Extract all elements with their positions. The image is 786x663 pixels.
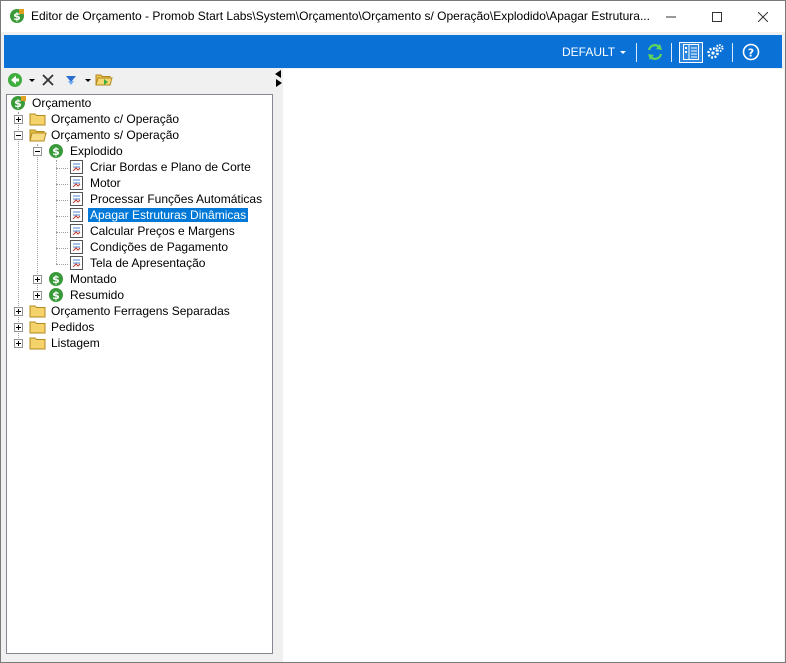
tree-connector	[56, 200, 68, 201]
move-down-icon[interactable]	[63, 72, 81, 90]
tree-connector	[56, 184, 68, 185]
ribbon-separator	[732, 43, 733, 62]
svg-text:?: ?	[748, 47, 754, 60]
minimize-button[interactable]	[648, 1, 694, 32]
tree-node-label: Calcular Preços e Margens	[90, 224, 235, 238]
tree-node-label: Orçamento	[32, 96, 92, 110]
tree-connector	[37, 144, 38, 296]
chevron-down-icon[interactable]	[85, 79, 91, 82]
svg-text:$: $	[14, 97, 22, 110]
tree-node-label: Montado	[70, 272, 117, 286]
expand-toggle[interactable]	[14, 307, 23, 316]
tree-node-label: Listagem	[51, 336, 100, 350]
collapse-toggle[interactable]	[33, 147, 42, 156]
folder-icon	[29, 319, 47, 335]
collapse-left-arrow-icon[interactable]	[275, 70, 281, 78]
svg-text:$: $	[52, 289, 60, 302]
tree-node-label: Pedidos	[51, 320, 95, 334]
tree-node-label: Condições de Pagamento	[90, 240, 229, 254]
tree-node-folder[interactable]: Orçamento s/ Operação	[29, 127, 181, 143]
budget-tree[interactable]: $ Orçamento Orçamento c/ Operação Orçame…	[6, 94, 273, 654]
svg-text:$: $	[52, 145, 60, 158]
close-button[interactable]	[740, 1, 786, 32]
help-icon[interactable]: ?	[742, 43, 760, 61]
window-title: Editor de Orçamento - Promob Start Labs\…	[31, 9, 650, 23]
expand-toggle[interactable]	[14, 339, 23, 348]
title-bar: $ Editor de Orçamento - Promob Start Lab…	[1, 1, 785, 32]
tree-connector	[56, 216, 68, 217]
tree-node-label: Processar Funções Automáticas	[90, 192, 263, 206]
tree-node-label: Apagar Estruturas Dinâmicas	[88, 208, 249, 222]
back-arrow-icon[interactable]	[7, 72, 25, 90]
tree-node-label: Resumido	[70, 288, 125, 302]
tree-node-script-selected[interactable]: Apagar Estruturas Dinâmicas	[68, 207, 249, 223]
profile-dropdown[interactable]: DEFAULT	[562, 35, 627, 68]
tree-node-label: Orçamento c/ Operação	[51, 112, 180, 126]
ribbon-separator	[636, 43, 637, 62]
expand-right-arrow-icon[interactable]	[276, 79, 282, 87]
dollar-icon: $	[48, 271, 66, 287]
svg-text:$: $	[52, 273, 60, 286]
tree-node-label: Orçamento Ferragens Separadas	[51, 304, 230, 318]
tree-connector	[56, 264, 68, 265]
refresh-icon[interactable]	[646, 43, 664, 61]
tree-node-script[interactable]: Processar Funções Automáticas	[68, 191, 264, 207]
tree-node-label: Motor	[90, 176, 121, 190]
script-icon	[68, 207, 86, 223]
maximize-button[interactable]	[694, 1, 740, 32]
dollar-icon: $	[48, 287, 66, 303]
settings-gears-icon[interactable]	[706, 43, 724, 61]
tree-node-label: Orçamento s/ Operação	[51, 128, 180, 142]
tree-node-folder[interactable]: Orçamento c/ Operação	[29, 111, 181, 127]
script-icon	[68, 191, 86, 207]
tree-node-label: Tela de Apresentação	[90, 256, 206, 270]
layout-panel-button[interactable]	[679, 42, 703, 63]
tree-root-node[interactable]: $ Orçamento	[10, 95, 93, 111]
tree-node-script[interactable]: Calcular Preços e Margens	[68, 223, 237, 239]
tree-node-script[interactable]: Condições de Pagamento	[68, 239, 230, 255]
tree-node-folder[interactable]: Orçamento Ferragens Separadas	[29, 303, 232, 319]
folder-icon	[29, 303, 47, 319]
chevron-down-icon[interactable]	[29, 79, 35, 82]
tree-connector	[56, 248, 68, 249]
script-icon	[68, 175, 86, 191]
tree-node-budget[interactable]: $ Resumido	[48, 287, 126, 303]
expand-toggle[interactable]	[33, 275, 42, 284]
layout-panel-icon	[683, 44, 699, 64]
tree-node-budget[interactable]: $ Montado	[48, 271, 119, 287]
folder-icon	[29, 335, 47, 351]
tree-node-script[interactable]: Motor	[68, 175, 123, 191]
script-icon	[68, 255, 86, 271]
tree-node-script[interactable]: Tela de Apresentação	[68, 255, 207, 271]
ribbon-separator	[671, 43, 672, 62]
tree-connector	[56, 232, 68, 233]
chevron-down-icon	[620, 50, 627, 54]
tree-node-label: Explodido	[70, 144, 123, 158]
expand-toggle[interactable]	[14, 115, 23, 124]
budget-dollar-icon: $	[10, 95, 28, 111]
dollar-icon: $	[48, 143, 66, 159]
folder-icon	[29, 111, 47, 127]
expand-toggle[interactable]	[33, 291, 42, 300]
folder-open-icon	[29, 127, 47, 143]
editor-content-area[interactable]	[283, 69, 784, 662]
tree-node-script[interactable]: Criar Bordas e Plano de Corte	[68, 159, 253, 175]
tree-node-folder[interactable]: Pedidos	[29, 319, 96, 335]
tree-node-budget[interactable]: $ Explodido	[48, 143, 125, 159]
budget-dollar-icon: $	[9, 8, 25, 24]
script-icon	[68, 159, 86, 175]
folder-open-icon[interactable]	[95, 72, 113, 90]
tree-node-folder[interactable]: Listagem	[29, 335, 102, 351]
profile-label: DEFAULT	[562, 44, 616, 59]
script-icon	[68, 223, 86, 239]
ribbon-bar: DEFAULT ?	[4, 35, 782, 68]
editor-window: $ Editor de Orçamento - Promob Start Lab…	[0, 0, 786, 663]
tree-connector	[56, 168, 68, 169]
delete-x-icon[interactable]	[40, 72, 58, 90]
tree-toolbar	[6, 71, 274, 91]
expand-toggle[interactable]	[14, 323, 23, 332]
collapse-toggle[interactable]	[14, 131, 23, 140]
script-icon	[68, 239, 86, 255]
tree-node-label: Criar Bordas e Plano de Corte	[90, 160, 251, 174]
